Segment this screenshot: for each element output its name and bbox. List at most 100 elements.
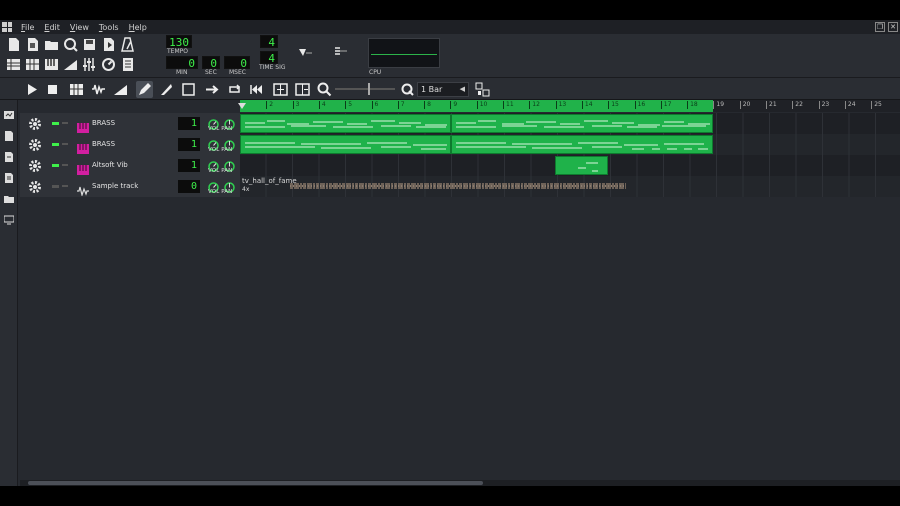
zoom-icon[interactable] <box>316 81 333 98</box>
pattern-clip[interactable] <box>555 156 608 175</box>
track-name[interactable]: BRASS <box>92 139 115 149</box>
pattern-clip[interactable] <box>451 135 713 154</box>
timeline[interactable]: 2 3 4 5 6 7 8 9 10 11 12 13 14 15 16 17 18 19 20 21 22 23 24 25 <box>240 100 900 112</box>
menu-edit[interactable]: Edit <box>39 23 65 32</box>
track-sample: Sample track 0 VOL PAN tv_hall_of_fame 4… <box>20 176 900 198</box>
tempo-label: TEMPO <box>167 48 188 55</box>
zoom-slider[interactable] <box>335 88 395 90</box>
panning-knob-icon[interactable] <box>224 136 235 151</box>
computer-icon[interactable] <box>3 210 15 225</box>
solo-button[interactable] <box>62 185 68 187</box>
song-editor-icon[interactable] <box>6 57 21 72</box>
playhead-marker[interactable] <box>238 103 246 109</box>
solo-button[interactable] <box>62 122 68 124</box>
timesig-denominator[interactable]: 4 <box>260 51 278 65</box>
save-project-icon[interactable] <box>82 37 97 52</box>
empty-track-area[interactable] <box>20 216 900 476</box>
menu-file[interactable]: File <box>16 23 39 32</box>
track-lane[interactable] <box>240 113 900 134</box>
solo-button[interactable] <box>62 164 68 166</box>
metronome-icon[interactable] <box>120 37 135 52</box>
select-mode-icon[interactable] <box>180 81 197 98</box>
zoom-slider-handle[interactable] <box>368 83 370 95</box>
auto-scroll-icon[interactable] <box>204 81 221 98</box>
draw-mode-icon[interactable] <box>136 81 153 98</box>
mixer-channel-display[interactable]: 1 <box>178 117 200 130</box>
mixer-icon[interactable] <box>82 57 97 72</box>
piano-roll-icon[interactable] <box>44 57 59 72</box>
track-header: Altsoft Vib 1 VOL PAN <box>20 155 240 176</box>
quantize-select[interactable]: 1 Bar ◀ <box>417 82 469 97</box>
timeline-bar-label: 24 <box>844 101 856 109</box>
new-from-template-icon[interactable] <box>25 37 40 52</box>
volume-knob-icon[interactable] <box>208 115 219 130</box>
track-settings-gear-icon[interactable] <box>28 158 42 172</box>
mute-button[interactable] <box>52 164 59 167</box>
mute-button[interactable] <box>52 185 59 188</box>
instrument-plugins-icon[interactable] <box>4 105 14 119</box>
proportional-snap-icon[interactable] <box>474 81 491 98</box>
master-pitch-icon[interactable] <box>333 46 348 61</box>
automation-editor-icon[interactable] <box>63 57 78 72</box>
remove-bar-icon[interactable] <box>294 81 311 98</box>
scrollbar-thumb[interactable] <box>28 481 483 485</box>
menu-tools[interactable]: Tools <box>94 23 124 32</box>
knife-mode-icon[interactable] <box>158 81 175 98</box>
recent-projects-icon[interactable] <box>63 37 78 52</box>
track-name[interactable]: Altsoft Vib <box>92 160 128 170</box>
controller-rack-icon[interactable] <box>101 57 116 72</box>
track-settings-gear-icon[interactable] <box>28 137 42 151</box>
volume-knob-icon[interactable] <box>208 136 219 151</box>
volume-knob-icon[interactable] <box>208 178 219 193</box>
beat-editor-icon[interactable] <box>25 57 40 72</box>
mixer-channel-display[interactable]: 0 <box>178 180 200 193</box>
project-notes-icon[interactable] <box>120 57 135 72</box>
track-lane[interactable]: tv_hall_of_fame 4x <box>240 176 900 197</box>
close-icon[interactable]: ✕ <box>888 22 898 32</box>
volume-knob-icon[interactable] <box>208 157 219 172</box>
track-settings-gear-icon[interactable] <box>28 116 42 130</box>
restore-icon[interactable]: ❐ <box>875 22 885 32</box>
play-icon[interactable] <box>23 81 40 98</box>
timeline-bar-label: 25 <box>871 101 882 109</box>
app-menu-icon[interactable] <box>2 22 12 32</box>
milliseconds-label: MSEC <box>229 69 246 76</box>
stop-icon[interactable] <box>44 81 61 98</box>
add-automation-track-icon[interactable] <box>112 81 129 98</box>
panning-knob-icon[interactable] <box>224 157 235 172</box>
pattern-clip[interactable] <box>240 135 451 154</box>
mute-button[interactable] <box>52 122 59 125</box>
stop-behaviour-icon[interactable] <box>248 81 265 98</box>
track-lane[interactable] <box>240 134 900 155</box>
sample-clip[interactable]: tv_hall_of_fame 4x <box>240 177 628 196</box>
projects-icon[interactable] <box>4 126 14 141</box>
track-lane[interactable] <box>240 155 900 176</box>
pattern-clip[interactable] <box>240 114 451 133</box>
new-project-icon[interactable] <box>6 37 21 52</box>
track-name[interactable]: BRASS <box>92 118 115 128</box>
panning-knob-icon[interactable] <box>224 178 235 193</box>
track-settings-gear-icon[interactable] <box>28 179 42 193</box>
presets-icon[interactable] <box>4 168 14 183</box>
pattern-clip[interactable] <box>451 114 713 133</box>
mixer-channel-display[interactable]: 1 <box>178 138 200 151</box>
panning-knob-icon[interactable] <box>224 115 235 130</box>
tempo-display[interactable]: 130 <box>166 35 192 49</box>
timesig-numerator[interactable]: 4 <box>260 35 278 49</box>
menu-view[interactable]: View <box>65 23 94 32</box>
add-beat-bassline-icon[interactable] <box>68 81 85 98</box>
home-folder-icon[interactable] <box>4 189 14 203</box>
track-name[interactable]: Sample track <box>92 181 138 191</box>
open-project-icon[interactable] <box>44 37 59 52</box>
solo-button[interactable] <box>62 143 68 145</box>
insert-bar-icon[interactable] <box>272 81 289 98</box>
add-sample-track-icon[interactable] <box>90 81 107 98</box>
horizontal-scrollbar[interactable] <box>20 480 900 486</box>
samples-icon[interactable] <box>4 147 14 162</box>
export-icon[interactable] <box>101 37 116 52</box>
loop-points-icon[interactable] <box>226 81 243 98</box>
master-volume-icon[interactable] <box>297 46 312 61</box>
mute-button[interactable] <box>52 143 59 146</box>
menu-help[interactable]: Help <box>124 23 152 32</box>
mixer-channel-display[interactable]: 1 <box>178 159 200 172</box>
